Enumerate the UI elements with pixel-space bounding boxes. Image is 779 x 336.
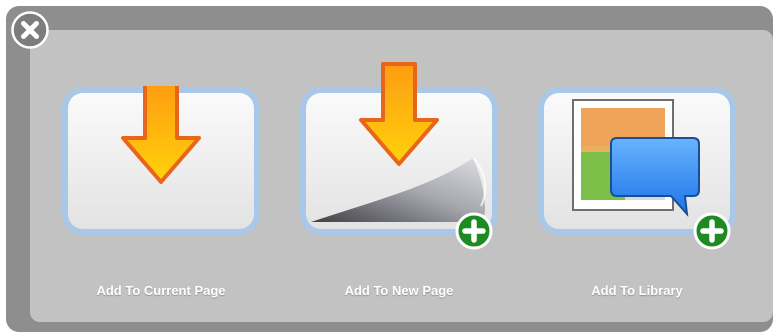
plus-badge-icon xyxy=(693,212,731,250)
add-to-current-page-button[interactable]: Add To Current Page xyxy=(61,86,261,306)
download-arrow-icon xyxy=(62,86,260,235)
add-to-library-label: Add To Library xyxy=(591,283,683,298)
close-icon xyxy=(11,11,49,49)
add-to-new-page-button[interactable]: Add To New Page xyxy=(299,62,499,306)
add-to-current-page-label: Add To Current Page xyxy=(96,283,226,298)
close-button[interactable] xyxy=(11,11,49,49)
add-to-library-button[interactable]: Add To Library xyxy=(537,86,737,306)
plus-badge-icon xyxy=(455,212,493,250)
add-to-new-page-label: Add To New Page xyxy=(344,283,454,298)
